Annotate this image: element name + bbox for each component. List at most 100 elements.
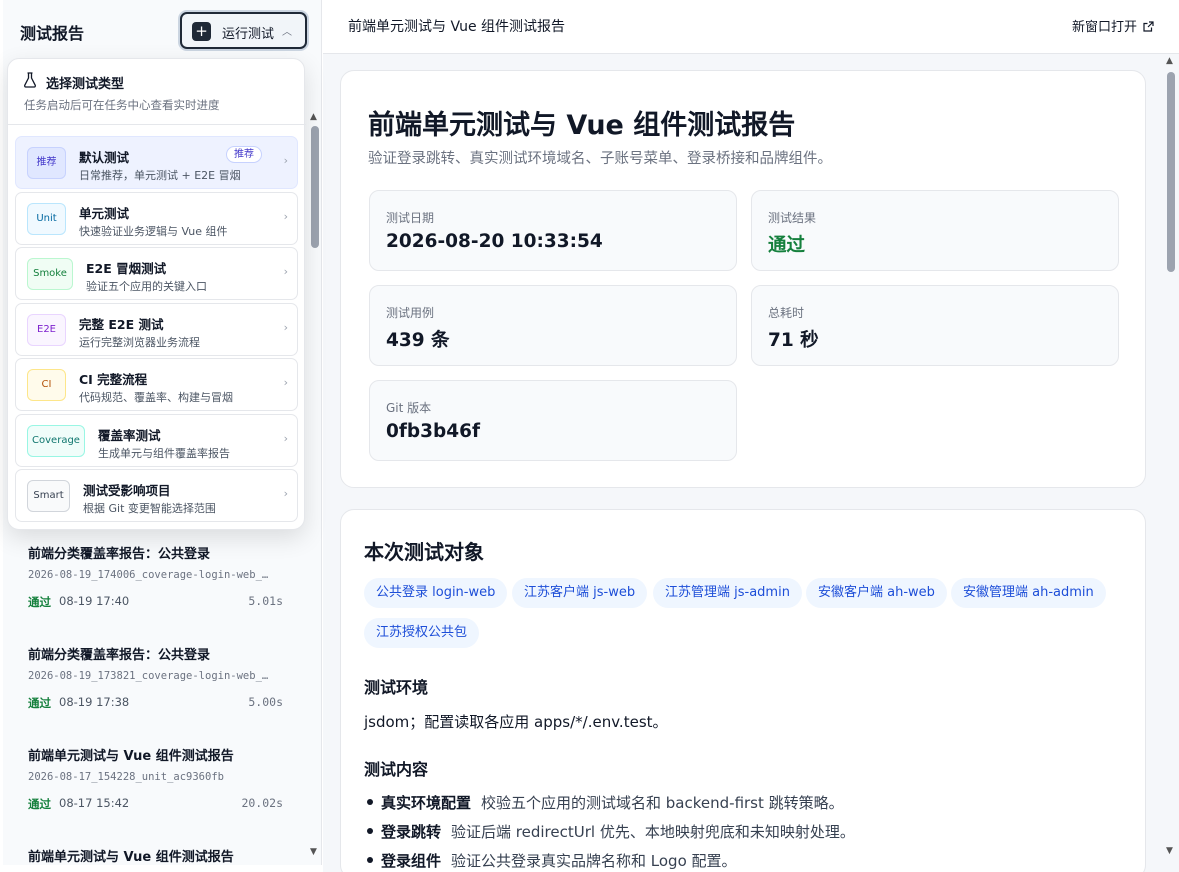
main-scrollbar[interactable]: ▲ ▼ xyxy=(1163,56,1179,862)
report-subtitle: 验证登录跳转、真实测试环境域名、子账号菜单、登录桥接和品牌组件。 xyxy=(368,151,832,167)
report-date: 08-19 17:40 xyxy=(59,594,130,608)
option-name: CI 完整流程 xyxy=(79,372,148,387)
main-panel: 前端单元测试与 Vue 组件测试报告 新窗口打开 前端单元测试与 Vue 组件测… xyxy=(323,0,1179,872)
option-desc: 生成单元与组件覆盖率报告 xyxy=(98,447,230,460)
chevron-right-icon: › xyxy=(283,265,288,278)
option-desc: 代码规范、覆盖率、构建与冒烟 xyxy=(79,391,233,404)
report-date: 08-17 15:42 xyxy=(59,796,130,810)
stat-value: 通过 xyxy=(768,235,806,256)
stat-label: 总耗时 xyxy=(768,306,805,320)
topbar: 前端单元测试与 Vue 组件测试报告 新窗口打开 xyxy=(323,0,1179,54)
sidebar-scrollbar[interactable]: ▲ ▼ xyxy=(308,112,322,862)
menu-option-ci[interactable]: CI CI 完整流程 代码规范、覆盖率、构建与冒烟 › xyxy=(15,358,298,411)
menu-option-default[interactable]: 推荐 默认测试 日常推荐，单元测试 + E2E 冒烟 推荐 › xyxy=(15,136,298,189)
option-name: 默认测试 xyxy=(79,150,130,165)
stat-value: 2026-08-20 10:33:54 xyxy=(386,231,603,252)
menu-subtitle: 任务启动后可在任务中心查看实时进度 xyxy=(24,98,220,112)
test-type-menu: 选择测试类型 任务启动后可在任务中心查看实时进度 推荐 默认测试 日常推荐，单元… xyxy=(7,58,306,530)
content-item: 登录跳转 验证后端 redirectUrl 优先、本地映射兜底和未知映射处理。 xyxy=(364,821,855,842)
target-chip: 江苏管理端 js-admin xyxy=(653,578,802,608)
chevron-right-icon: › xyxy=(283,321,288,334)
scroll-down-icon[interactable]: ▼ xyxy=(310,847,317,857)
scroll-up-icon[interactable]: ▲ xyxy=(1166,56,1173,66)
report-item[interactable]: 前端单元测试与 Vue 组件测试报告 2026-08-17_154228_uni… xyxy=(28,745,283,811)
content-heading: 测试内容 xyxy=(364,760,429,779)
scroll-up-icon[interactable]: ▲ xyxy=(310,112,317,122)
target-chip: 安徽客户端 ah-web xyxy=(806,578,947,608)
stat-label: 测试用例 xyxy=(386,306,435,320)
flask-icon xyxy=(24,72,36,88)
menu-option-unit[interactable]: Unit 单元测试 快速验证业务逻辑与 Vue 组件 › xyxy=(15,192,298,245)
option-tag: CI xyxy=(27,369,66,401)
app-window: 测试报告 + 运行测试 ︿ 前端分类覆盖率报告：公共登录 2026-08-19_… xyxy=(0,0,1179,872)
report-duration: 5.00s xyxy=(248,695,283,709)
report-item[interactable]: 前端单元测试与 Vue 组件测试报告 xyxy=(28,846,283,865)
report-file: 2026-08-19_174006_coverage-login-web_… xyxy=(28,569,269,581)
stat-date: 测试日期 2026-08-20 10:33:54 xyxy=(369,190,737,271)
option-tag: Smart xyxy=(27,480,70,512)
report-title: 前端单元测试与 Vue 组件测试报告 xyxy=(368,110,796,141)
sidebar-header: 测试报告 + 运行测试 ︿ xyxy=(3,0,322,60)
target-chip: 江苏客户端 js-web xyxy=(512,578,648,608)
scrollbar-thumb[interactable] xyxy=(1167,72,1175,272)
chevron-up-icon: ︿ xyxy=(282,27,292,38)
content-item-text: 校验五个应用的测试域名和 backend-first 跳转策略。 xyxy=(481,794,844,812)
stat-git: Git 版本 0fb3b46f xyxy=(369,380,737,461)
open-new-window-link[interactable]: 新窗口打开 xyxy=(1072,16,1154,35)
target-chip: 江苏授权公共包 xyxy=(364,618,480,648)
menu-option-smart[interactable]: Smart 测试受影响项目 根据 Git 变更智能选择范围 › xyxy=(15,469,298,522)
stat-duration: 总耗时 71 秒 xyxy=(751,285,1119,366)
menu-option-smoke[interactable]: Smoke E2E 冒烟测试 验证五个应用的关键入口 › xyxy=(15,247,298,300)
run-test-label: 运行测试 xyxy=(222,27,275,42)
report-duration: 20.02s xyxy=(241,796,283,810)
report-title: 前端分类覆盖率报告：公共登录 xyxy=(28,648,211,663)
report-date: 08-19 17:38 xyxy=(59,695,130,709)
topbar-title: 前端单元测试与 Vue 组件测试报告 xyxy=(348,19,566,35)
plus-icon: + xyxy=(192,22,211,41)
status-badge: 通过 xyxy=(28,797,51,811)
sidebar-title: 测试报告 xyxy=(20,24,85,43)
report-item[interactable]: 前端分类覆盖率报告：公共登录 2026-08-19_174006_coverag… xyxy=(28,543,283,609)
scroll-down-icon[interactable]: ▼ xyxy=(1166,846,1173,856)
stat-value: 0fb3b46f xyxy=(386,421,481,442)
report-title: 前端单元测试与 Vue 组件测试报告 xyxy=(28,749,234,764)
menu-option-e2e[interactable]: E2E 完整 E2E 测试 运行完整浏览器业务流程 › xyxy=(15,303,298,356)
run-test-button[interactable]: + 运行测试 ︿ xyxy=(180,12,307,49)
content-item-text: 验证公共登录真实品牌名称和 Logo 配置。 xyxy=(451,852,737,870)
scrollbar-thumb[interactable] xyxy=(311,126,319,248)
option-name: 完整 E2E 测试 xyxy=(79,317,164,332)
recommend-badge: 推荐 xyxy=(226,146,262,163)
env-heading: 测试环境 xyxy=(364,678,429,697)
summary-card: 前端单元测试与 Vue 组件测试报告 验证登录跳转、真实测试环境域名、子账号菜单… xyxy=(340,70,1146,488)
open-new-window-label: 新窗口打开 xyxy=(1072,20,1138,35)
status-badge: 通过 xyxy=(28,595,51,609)
stat-label: 测试日期 xyxy=(386,211,435,225)
stat-value: 439 条 xyxy=(386,330,450,351)
report-item[interactable]: 前端分类覆盖率报告：公共登录 2026-08-19_173821_coverag… xyxy=(28,644,283,710)
option-name: 覆盖率测试 xyxy=(98,428,161,443)
chevron-right-icon: › xyxy=(283,487,288,500)
content-item-text: 验证后端 redirectUrl 优先、本地映射兜底和未知映射处理。 xyxy=(451,823,855,841)
option-tag: Smoke xyxy=(27,258,73,290)
content-item-label: 真实环境配置 xyxy=(381,794,472,812)
option-name: 测试受影响项目 xyxy=(83,483,171,498)
menu-option-coverage[interactable]: Coverage 覆盖率测试 生成单元与组件覆盖率报告 › xyxy=(15,414,298,467)
stat-label: 测试结果 xyxy=(768,211,817,225)
target-chip: 安徽管理端 ah-admin xyxy=(951,578,1106,608)
option-desc: 日常推荐，单元测试 + E2E 冒烟 xyxy=(79,169,241,182)
report-file: 2026-08-19_173821_coverage-login-web_… xyxy=(28,670,269,682)
stat-value: 71 秒 xyxy=(768,330,819,351)
option-desc: 根据 Git 变更智能选择范围 xyxy=(83,502,216,515)
menu-header: 选择测试类型 任务启动后可在任务中心查看实时进度 xyxy=(8,59,306,125)
report-title: 前端单元测试与 Vue 组件测试报告 xyxy=(28,850,234,865)
content-item: 登录组件 验证公共登录真实品牌名称和 Logo 配置。 xyxy=(364,850,737,871)
menu-title: 选择测试类型 xyxy=(46,77,125,92)
option-desc: 验证五个应用的关键入口 xyxy=(86,280,207,293)
targets-heading: 本次测试对象 xyxy=(364,540,484,564)
stat-result: 测试结果 通过 xyxy=(751,190,1119,271)
option-tag: Unit xyxy=(27,203,66,235)
option-name: E2E 冒烟测试 xyxy=(86,261,167,276)
chevron-right-icon: › xyxy=(283,154,288,167)
target-chip: 公共登录 login-web xyxy=(364,578,508,608)
option-tag: E2E xyxy=(27,314,66,346)
